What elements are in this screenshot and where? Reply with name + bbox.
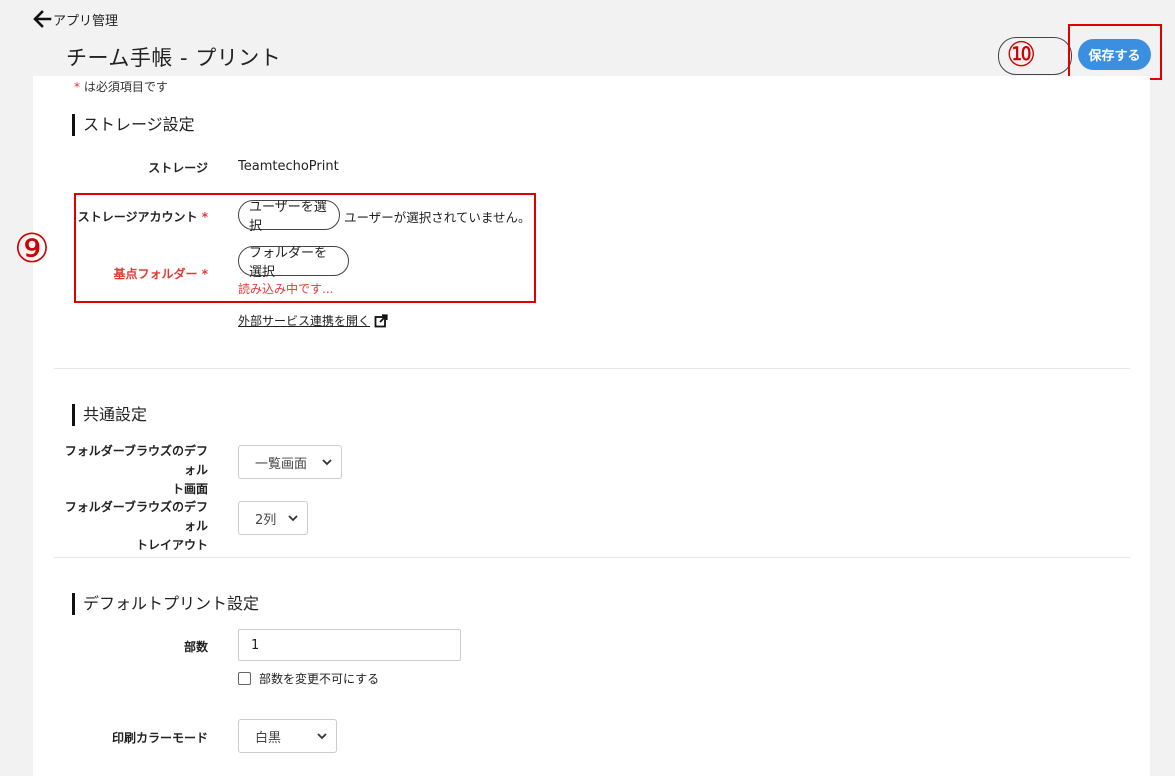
back-link-label: アプリ管理: [53, 13, 119, 29]
arrow-left-icon: [33, 10, 52, 28]
color-mode-select[interactable]: 白黒: [238, 719, 337, 753]
browse-layout-select-value: 2列: [255, 512, 277, 528]
settings-panel: [33, 76, 1150, 776]
required-mark: *: [74, 80, 80, 94]
browse-layout-label-line2: トレイアウト: [135, 538, 208, 552]
base-folder-label: 基点フォルダー *: [58, 265, 208, 282]
browse-screen-select-value: 一覧画面: [255, 456, 308, 472]
browse-screen-label: フォルダーブラウズのデフォル ト画面: [58, 442, 208, 499]
page-title: チーム手帳 - プリント: [66, 46, 282, 70]
checkbox-box[interactable]: [238, 672, 251, 685]
user-status-text: ユーザーが選択されていません。: [344, 210, 531, 225]
color-mode-label: 印刷カラーモード: [111, 731, 208, 745]
required-note-text: は必須項目です: [83, 80, 168, 94]
browse-screen-label-line1: フォルダーブラウズのデフォル: [64, 444, 208, 477]
required-mark: *: [201, 210, 208, 224]
storage-value: TeamtechoPrint: [238, 159, 339, 174]
copies-lock-label: 部数を変更不可にする: [259, 672, 380, 686]
color-mode-select-value: 白黒: [255, 730, 282, 746]
required-mark: *: [201, 267, 208, 281]
browse-layout-select[interactable]: 2列: [238, 501, 308, 535]
base-folder-label-text: 基点フォルダー: [113, 267, 198, 281]
select-user-button[interactable]: ユーザーを選択: [238, 200, 340, 234]
external-service-link[interactable]: 外部サービス連携を開く: [238, 312, 388, 329]
copies-input[interactable]: 1: [238, 629, 461, 661]
section-divider: [54, 368, 1130, 369]
section-title-print: デフォルトプリント設定: [72, 593, 259, 615]
browse-layout-label-line1: フォルダーブラウズのデフォル: [64, 500, 208, 533]
browse-screen-select[interactable]: 一覧画面: [238, 445, 342, 479]
storage-label: ストレージ: [148, 161, 208, 175]
folder-loading-text: 読み込み中です...: [238, 282, 334, 296]
back-link[interactable]: アプリ管理: [32, 9, 118, 29]
annotation-number-10: ⑩: [1006, 35, 1037, 75]
annotation-marker-10: ⑩: [998, 34, 1074, 76]
section-title-storage: ストレージ設定: [72, 114, 195, 136]
chevron-down-icon: [288, 515, 298, 522]
section-title-common: 共通設定: [72, 404, 147, 426]
external-service-link-label: 外部サービス連携を開く: [238, 314, 371, 328]
save-button[interactable]: 保存する: [1078, 39, 1151, 70]
copies-label: 部数: [183, 640, 208, 654]
select-folder-button[interactable]: フォルダーを選択: [238, 246, 349, 280]
section-divider: [54, 557, 1130, 558]
chevron-down-icon: [322, 459, 332, 466]
external-link-icon: [374, 313, 388, 327]
storage-account-label: ストレージアカウント *: [58, 208, 208, 225]
required-note: * は必須項目です: [74, 78, 168, 95]
annotation-number-9: ⑨: [14, 226, 50, 272]
chevron-down-icon: [317, 733, 327, 740]
storage-account-label-text: ストレージアカウント: [77, 210, 198, 224]
copies-lock-checkbox[interactable]: 部数を変更不可にする: [238, 670, 379, 687]
browse-screen-label-line2: ト画面: [171, 482, 208, 496]
browse-layout-label: フォルダーブラウズのデフォル トレイアウト: [58, 498, 208, 555]
